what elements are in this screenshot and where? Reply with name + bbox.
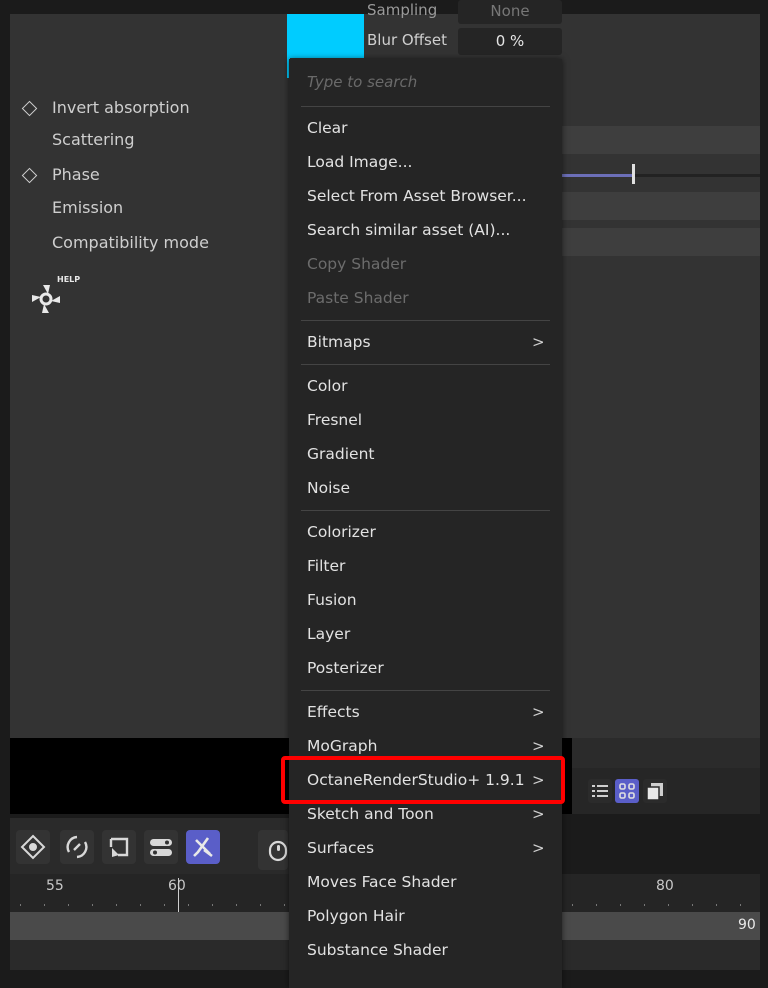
menu-item-clear[interactable]: Clear xyxy=(307,119,348,137)
blur-offset-value: 0 % xyxy=(495,32,525,50)
slider-track[interactable] xyxy=(562,174,632,177)
timeline-toolbar xyxy=(10,818,289,874)
chevron-right-icon: > xyxy=(532,737,545,755)
header-strip xyxy=(562,738,760,768)
playhead[interactable] xyxy=(178,878,179,912)
color-swatch[interactable] xyxy=(287,14,364,58)
menu-item-noise[interactable]: Noise xyxy=(307,479,350,497)
property-emission: Emission xyxy=(52,198,124,217)
move-keys-icon[interactable] xyxy=(16,830,50,864)
mouse-mode-icon[interactable] xyxy=(258,830,288,870)
menu-separator xyxy=(301,106,550,107)
field-row[interactable] xyxy=(562,192,760,220)
menu-separator xyxy=(301,690,550,691)
layers-view-icon[interactable] xyxy=(643,779,667,803)
menu-item-surfaces[interactable]: Surfaces xyxy=(307,839,374,857)
chevron-right-icon: > xyxy=(532,703,545,721)
property-invert-absorption: Invert absorption xyxy=(52,98,190,117)
octane-help-icon[interactable]: HELP xyxy=(24,272,86,322)
property-scattering: Scattering xyxy=(52,130,135,149)
menu-item-sketch-and-toon[interactable]: Sketch and Toon xyxy=(307,805,434,823)
grid-view-icon[interactable] xyxy=(615,779,639,803)
tick-label: 60 xyxy=(168,878,186,894)
tick-label: 80 xyxy=(656,878,674,894)
menu-item-load-image[interactable]: Load Image... xyxy=(307,153,412,171)
sampling-label: Sampling xyxy=(367,1,438,19)
menu-item-moves-face-shader[interactable]: Moves Face Shader xyxy=(307,873,456,891)
menu-item-effects[interactable]: Effects xyxy=(307,703,360,721)
shader-context-menu: Type to search Clear Load Image... Selec… xyxy=(289,59,562,988)
keyframe-diamond-icon[interactable] xyxy=(21,100,38,117)
property-compatibility-mode: Compatibility mode xyxy=(52,233,209,252)
field-row[interactable] xyxy=(562,126,760,154)
chevron-right-icon: > xyxy=(532,805,545,823)
list-view-icon[interactable] xyxy=(588,779,612,803)
tick-label: 55 xyxy=(46,878,64,894)
menu-separator xyxy=(301,364,550,365)
menu-item-color[interactable]: Color xyxy=(307,377,347,395)
menu-item-fresnel[interactable]: Fresnel xyxy=(307,411,362,429)
blur-offset-label: Blur Offset xyxy=(367,31,447,49)
menu-separator xyxy=(301,320,550,321)
highlight-box xyxy=(281,756,565,804)
menu-item-fusion[interactable]: Fusion xyxy=(307,591,357,609)
sampling-dropdown[interactable]: None xyxy=(458,0,562,24)
menu-item-gradient[interactable]: Gradient xyxy=(307,445,374,463)
menu-search-input[interactable]: Type to search xyxy=(307,73,417,91)
rotate-keys-icon[interactable] xyxy=(60,830,94,864)
frame-select-icon[interactable] xyxy=(102,830,136,864)
toggle-icon[interactable] xyxy=(144,830,178,864)
property-phase: Phase xyxy=(52,165,100,184)
menu-item-copy-shader: Copy Shader xyxy=(307,255,407,273)
menu-item-filter[interactable]: Filter xyxy=(307,557,345,575)
blur-offset-field[interactable]: 0 % xyxy=(458,28,562,55)
menu-separator xyxy=(301,510,550,511)
menu-item-paste-shader: Paste Shader xyxy=(307,289,409,307)
menu-item-colorizer[interactable]: Colorizer xyxy=(307,523,376,541)
menu-item-polygon-hair[interactable]: Polygon Hair xyxy=(307,907,405,925)
sampling-value: None xyxy=(490,2,530,20)
menu-item-mograph[interactable]: MoGraph xyxy=(307,737,377,755)
keyframe-diamond-icon[interactable] xyxy=(21,167,38,184)
menu-item-substance-shader[interactable]: Substance Shader xyxy=(307,941,448,959)
menu-item-layer[interactable]: Layer xyxy=(307,625,350,643)
slider-track-rest xyxy=(635,174,760,177)
menu-item-search-similar-asset[interactable]: Search similar asset (AI)... xyxy=(307,221,510,239)
chevron-right-icon: > xyxy=(532,839,545,857)
end-frame: 90 xyxy=(738,917,756,933)
menu-item-posterizer[interactable]: Posterizer xyxy=(307,659,384,677)
menu-item-bitmaps[interactable]: Bitmaps xyxy=(307,333,371,351)
viewport-preview xyxy=(10,738,289,814)
chevron-right-icon: > xyxy=(532,333,545,351)
menu-item-select-from-asset-browser[interactable]: Select From Asset Browser... xyxy=(307,187,527,205)
snap-off-icon[interactable] xyxy=(186,830,220,864)
help-label: HELP xyxy=(57,275,80,284)
field-row[interactable] xyxy=(562,228,760,256)
